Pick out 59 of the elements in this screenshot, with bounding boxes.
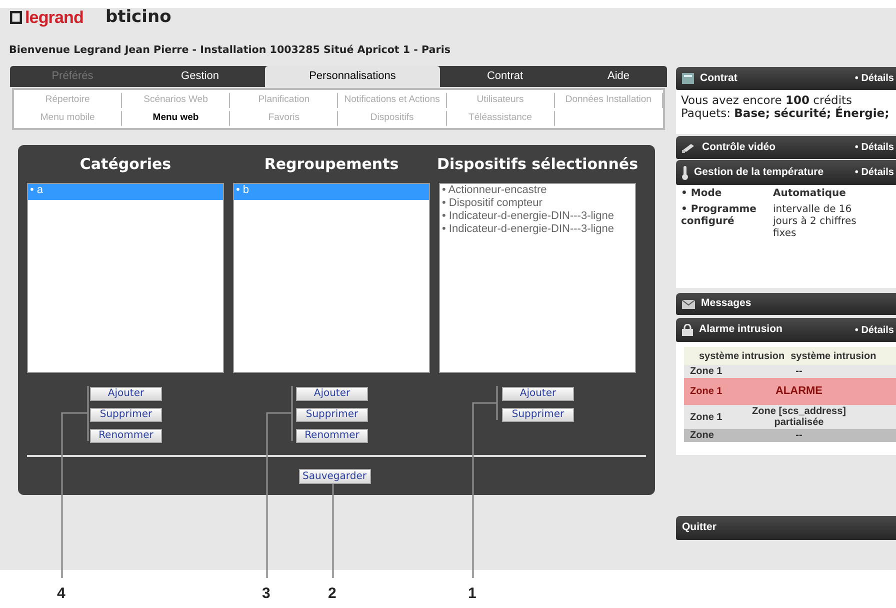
widget-title: Quitter: [682, 520, 716, 536]
padlock-icon: [682, 324, 693, 336]
state-cell-text: ALARME: [774, 384, 824, 399]
column-heading: Regroupements: [264, 154, 399, 175]
list-item[interactable]: • Dispositif compteur: [440, 197, 635, 210]
action-button[interactable]: Renommer: [296, 429, 368, 443]
brand-logo: bticino: [105, 9, 172, 26]
info-text: Paquets: Base; sécurité; Énergie;: [681, 107, 890, 120]
action-button[interactable]: Ajouter: [90, 387, 162, 401]
zone-cell-text: Zone 1: [689, 412, 724, 422]
action-button[interactable]: Supprimer: [90, 408, 162, 422]
list-item[interactable]: • Indicateur-d-energie-DIN---3-ligne: [440, 223, 635, 236]
action-button[interactable]: Ajouter: [502, 387, 574, 401]
details-link[interactable]: • Détails: [854, 165, 894, 180]
state-cell-text: --: [794, 430, 804, 441]
info-text: Vous avez encore 100 crédits: [681, 94, 852, 107]
camera-icon: [682, 142, 696, 152]
callout-number: 2: [328, 586, 336, 601]
list-item[interactable]: • Indicateur-d-energie-DIN---3-ligne: [440, 210, 635, 223]
details-link[interactable]: • Détails: [854, 140, 894, 155]
save-button[interactable]: Sauvegarder: [298, 469, 370, 484]
list-item[interactable]: • Actionneur-encastre: [440, 184, 635, 197]
action-button[interactable]: Renommer: [90, 429, 162, 443]
zone-cell-text: Zone: [689, 430, 715, 441]
widget-title: Messages: [701, 296, 752, 312]
widget-title: Gestion de la température: [694, 164, 824, 180]
action-button[interactable]: Ajouter: [296, 387, 368, 401]
column-heading: Catégories: [80, 154, 172, 175]
widget-title: Alarme intrusion: [699, 322, 782, 338]
column-header: système intrusion: [699, 350, 785, 362]
field-value: Automatique: [773, 188, 847, 200]
document-icon: [682, 73, 694, 84]
envelope-icon: [682, 300, 695, 308]
callout-number: 1: [468, 586, 476, 601]
state-cell-text: Zone [scs_address] partialisée: [751, 406, 847, 428]
field-label: • Programme configuré: [681, 204, 758, 229]
details-link[interactable]: • Détails: [854, 71, 894, 86]
state-cell-text: --: [794, 366, 804, 377]
nav-tab[interactable]: Contrat: [440, 66, 570, 87]
nav-tab[interactable]: Personnalisations: [265, 66, 440, 87]
callout-number: 4: [57, 586, 66, 601]
field-label: • Mode: [681, 188, 723, 200]
widget-title: Contrôle vidéo: [702, 140, 776, 155]
field-value: intervalle de 16 jours à 2 chiffres fixes: [773, 204, 858, 240]
action-button[interactable]: Supprimer: [296, 408, 368, 422]
column-heading: Dispositifs sélectionnés: [437, 154, 638, 175]
callout-number: 3: [262, 586, 270, 601]
details-link[interactable]: • Détails: [854, 322, 894, 338]
welcome-text: Bienvenue Legrand Jean Pierre - Installation 1003285 Situé Apricot 1 - Paris: [9, 43, 450, 58]
zone-cell-text: Zone 1: [689, 386, 724, 397]
nav-tab[interactable]: Gestion: [135, 66, 265, 87]
brand-logo: legrand: [25, 9, 84, 26]
widget-title: Contrat: [700, 70, 738, 86]
action-button[interactable]: Supprimer: [502, 408, 574, 422]
nav-tab[interactable]: Aide: [570, 66, 667, 87]
zone-cell-text: Zone 1: [689, 366, 724, 377]
column-header: système intrusion: [790, 350, 876, 362]
thermometer-icon: [682, 166, 688, 180]
subtab-link[interactable]: Menu web: [150, 110, 202, 126]
